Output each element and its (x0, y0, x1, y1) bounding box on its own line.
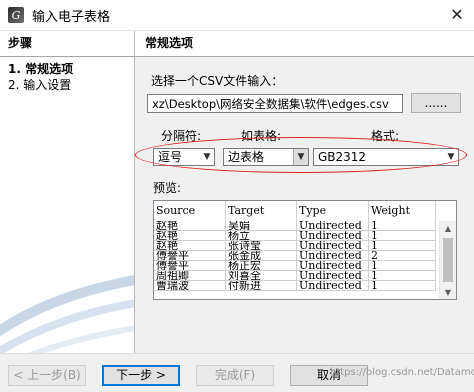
table-row: 赵艳 吴娟 Undirected 1 (154, 221, 436, 231)
preview-table: Source Target Type Weight 赵艳 吴娟 Undirect… (154, 201, 436, 291)
cell-weight: 1 (368, 221, 436, 231)
cell-target: 张金成 (225, 250, 297, 261)
cell-weight: 1 (368, 280, 436, 291)
cell-target: 刘喜全 (225, 270, 297, 281)
close-icon[interactable]: ✕ (448, 6, 466, 24)
separator-select[interactable]: 逗号 ▼ (153, 148, 215, 166)
step-input-settings: 2. 输入设置 (8, 78, 72, 92)
decorative-swoosh-graphic (0, 275, 134, 353)
cell-source: 周祖卿 (154, 270, 226, 281)
cell-source: 曹瑞波 (154, 280, 226, 291)
preview-label: 预览: (153, 181, 182, 195)
cell-type: Undirected (296, 240, 369, 251)
table-row: 赵艳 张诗莹 Undirected 1 (154, 240, 436, 251)
table-type-select[interactable]: 边表格 ▼ (223, 148, 309, 166)
cell-type: Undirected (296, 270, 369, 281)
finish-button[interactable]: 完成(F) (196, 365, 274, 386)
cell-target: 张诗莹 (225, 240, 297, 251)
cell-source: 赵艳 (154, 221, 226, 231)
content-panel: 常规选项 选择一个CSV文件输入： xz\Desktop\网络安全数据集\软件\… (135, 31, 474, 353)
section-title: 常规选项 (135, 31, 474, 57)
cell-weight: 1 (368, 270, 436, 281)
title-bar: G 输入电子表格 ✕ (0, 0, 474, 31)
column-header-source: Source (154, 201, 226, 221)
step-general-options: 1. 常规选项 (8, 62, 74, 76)
column-header-target: Target (225, 201, 297, 221)
chevron-down-icon: ▼ (447, 152, 455, 162)
scroll-up-icon[interactable]: ▲ (440, 221, 456, 237)
steps-header: 步骤 (0, 31, 134, 57)
table-row: 赵艳 杨立 Undirected 1 (154, 230, 436, 241)
cell-weight: 1 (368, 240, 436, 251)
steps-panel: 步骤 1. 常规选项 2. 输入设置 (0, 31, 135, 353)
cell-type: Undirected (296, 250, 369, 261)
file-path-input[interactable]: xz\Desktop\网络安全数据集\软件\edges.csv (147, 94, 403, 113)
browse-button[interactable]: ...... (411, 93, 461, 113)
cell-type: Undirected (296, 280, 369, 291)
cell-source: 赵艳 (154, 240, 226, 251)
cell-target: 杨正宏 (225, 260, 297, 271)
format-label: 格式: (371, 129, 400, 143)
table-type-value: 边表格 (228, 150, 265, 164)
cell-target: 付新进 (225, 280, 297, 291)
cell-source: 傅譽平 (154, 250, 226, 261)
cell-source: 傅譽平 (154, 260, 226, 271)
cell-target: 吴娟 (225, 221, 297, 231)
cell-source: 赵艳 (154, 230, 226, 241)
table-row: 曹瑞波 付新进 Undirected 1 (154, 280, 436, 291)
file-prompt-label: 选择一个CSV文件输入： (151, 74, 284, 88)
cell-weight: 1 (368, 230, 436, 241)
cell-target: 杨立 (225, 230, 297, 241)
separator-value: 逗号 (158, 150, 183, 164)
format-value: GB2312 (318, 150, 367, 164)
scrollbar-thumb[interactable] (443, 238, 453, 282)
column-header-weight: Weight (368, 201, 436, 221)
preview-table-container[interactable]: Source Target Type Weight 赵艳 吴娟 Undirect… (153, 200, 457, 300)
table-row: 傅譽平 杨正宏 Undirected 1 (154, 260, 436, 271)
chevron-down-icon: ▼ (203, 152, 211, 162)
chevron-down-icon: ▼ (293, 149, 308, 165)
next-button[interactable]: 下一步 > (102, 365, 180, 386)
watermark-text: https://blog.csdn.net/Datamount (330, 367, 474, 378)
app-icon: G (8, 7, 24, 23)
format-select[interactable]: GB2312 ▼ (313, 148, 459, 166)
back-button[interactable]: < 上一步(B) (8, 365, 86, 386)
window-title: 输入电子表格 (32, 9, 111, 25)
vertical-scrollbar[interactable]: ▲ ▼ (439, 221, 456, 299)
cell-type: Undirected (296, 221, 369, 231)
separator-label: 分隔符: (161, 129, 202, 143)
column-header-type: Type (296, 201, 369, 221)
cell-type: Undirected (296, 260, 369, 271)
scroll-down-icon[interactable]: ▼ (440, 285, 456, 299)
table-type-label: 如表格: (241, 129, 282, 143)
table-row: 傅譽平 张金成 Undirected 2 (154, 250, 436, 261)
cell-weight: 2 (368, 250, 436, 261)
preview-header-row: Source Target Type Weight (154, 201, 436, 221)
table-row: 周祖卿 刘喜全 Undirected 1 (154, 270, 436, 281)
cell-type: Undirected (296, 230, 369, 241)
cell-weight: 1 (368, 260, 436, 271)
